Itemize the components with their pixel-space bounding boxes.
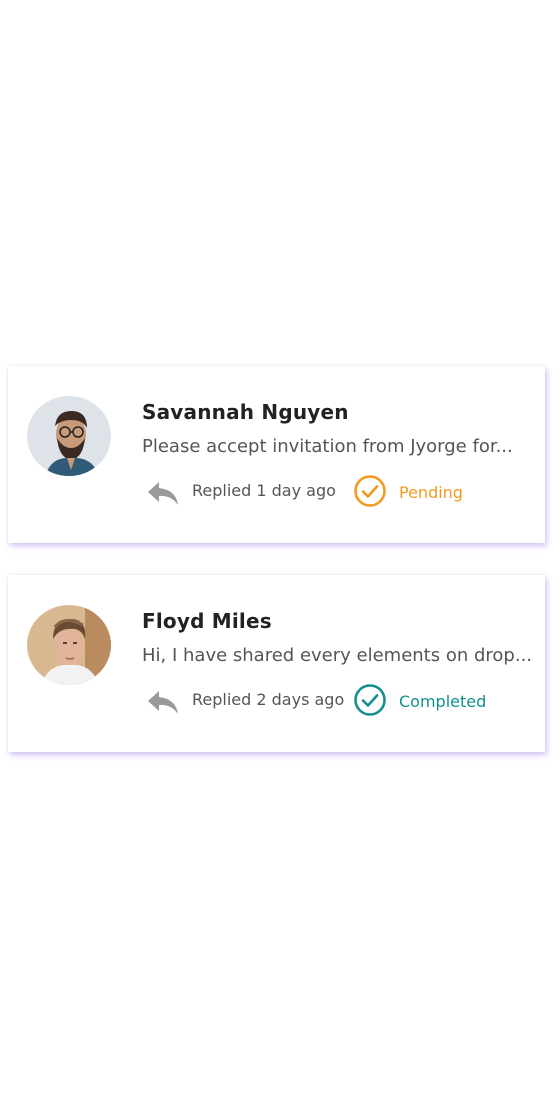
replied-timestamp: Replied 1 day ago xyxy=(192,481,336,500)
sender-name: Floyd Miles xyxy=(142,609,272,633)
status-badge: Completed xyxy=(399,692,487,711)
check-circle-icon xyxy=(354,475,386,507)
reply-arrow-icon[interactable] xyxy=(146,479,180,507)
avatar-image xyxy=(27,396,111,476)
replied-timestamp: Replied 2 days ago xyxy=(192,690,345,709)
message-preview[interactable]: Hi, I have shared every elements on drop… xyxy=(142,645,532,666)
avatar-image xyxy=(27,605,111,685)
avatar[interactable] xyxy=(27,605,111,685)
message-card[interactable]: Savannah Nguyen Please accept invitation… xyxy=(8,366,545,543)
status-badge: Pending xyxy=(399,483,463,502)
message-preview[interactable]: Please accept invitation from Jyorge for… xyxy=(142,436,513,457)
sender-name: Savannah Nguyen xyxy=(142,400,349,424)
avatar[interactable] xyxy=(27,396,111,476)
reply-arrow-icon[interactable] xyxy=(146,688,180,716)
check-circle-icon xyxy=(354,684,386,716)
message-card[interactable]: Floyd Miles Hi, I have shared every elem… xyxy=(8,575,545,752)
